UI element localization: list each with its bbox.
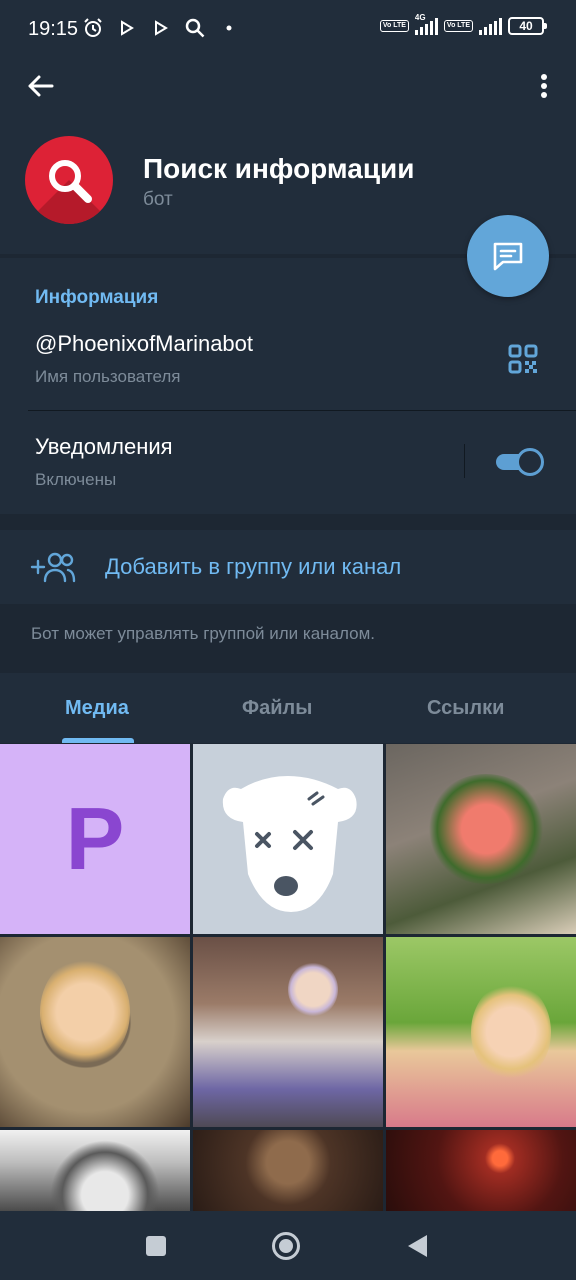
search-icon <box>184 17 206 39</box>
status-system-icons: Vo LTE 4G Vo LTE 40 <box>379 13 547 35</box>
back-button[interactable] <box>22 70 58 102</box>
qr-code-button[interactable] <box>508 344 538 374</box>
notifications-title[interactable]: Уведомления <box>35 434 173 460</box>
media-item[interactable] <box>193 1130 383 1211</box>
add-to-group-button[interactable]: Добавить в группу или канал <box>0 530 576 604</box>
recents-button[interactable] <box>141 1231 171 1261</box>
volte-badge: Vo LTE <box>379 20 409 32</box>
vk-dog-icon <box>222 776 357 912</box>
square-icon <box>146 1236 166 1256</box>
media-item[interactable] <box>0 1130 190 1211</box>
media-item[interactable] <box>0 937 190 1127</box>
media-item[interactable] <box>193 744 383 934</box>
signal-icon: 4G <box>414 13 438 35</box>
notifications-toggle[interactable] <box>496 448 544 476</box>
media-tabs: Медиа Файлы Ссылки <box>0 673 576 743</box>
media-item[interactable] <box>193 937 383 1127</box>
add-to-group-hint: Бот может управлять группой или каналом. <box>31 624 375 643</box>
avatar[interactable] <box>25 136 113 224</box>
status-time: 19:15 <box>28 18 79 40</box>
more-options-button[interactable] <box>534 70 554 102</box>
add-user-group-icon <box>30 552 76 583</box>
status-notification-icons <box>82 17 240 39</box>
tab-media[interactable]: Медиа <box>65 697 129 720</box>
dot-icon <box>218 17 240 39</box>
info-section: Информация @PhoenixofMarinabot Имя польз… <box>0 258 576 514</box>
media-item[interactable] <box>386 744 576 934</box>
triangle-back-icon <box>408 1235 427 1257</box>
page-subtitle: бот <box>143 189 173 210</box>
tab-links[interactable]: Ссылки <box>427 697 504 720</box>
media-item[interactable] <box>386 937 576 1127</box>
divider <box>28 410 576 411</box>
play-store-icon <box>116 17 138 39</box>
status-bar: 19:15 Vo LTE 4G Vo LTE 40 <box>0 0 576 58</box>
info-section-title: Информация <box>35 287 159 308</box>
media-grid: P <box>0 744 576 1211</box>
search-icon <box>49 160 92 203</box>
system-navigation-bar <box>0 1211 576 1280</box>
username-value[interactable]: @PhoenixofMarinabot <box>35 331 253 357</box>
send-message-button[interactable] <box>467 215 549 297</box>
tab-files[interactable]: Файлы <box>242 697 312 720</box>
divider <box>464 444 465 478</box>
message-icon <box>493 242 523 271</box>
media-item[interactable] <box>386 1130 576 1211</box>
battery-icon: 40 <box>508 17 547 35</box>
home-button[interactable] <box>271 1231 301 1261</box>
nav-back-button[interactable] <box>402 1231 432 1261</box>
add-to-group-label: Добавить в группу или канал <box>105 554 402 579</box>
signal-icon <box>479 17 502 35</box>
notifications-state: Включены <box>35 470 117 489</box>
media-item-letter: P <box>65 789 125 888</box>
circle-icon <box>272 1232 300 1260</box>
media-item[interactable]: P <box>0 744 190 934</box>
alarm-icon <box>82 17 104 39</box>
arrow-back-icon <box>28 75 54 97</box>
play-store-icon <box>150 17 172 39</box>
network-type: 4G <box>414 13 426 22</box>
tab-indicator <box>62 738 134 743</box>
page-title: Поиск информации <box>143 153 415 184</box>
volte-badge: Vo LTE <box>443 20 473 32</box>
username-label: Имя пользователя <box>35 367 181 386</box>
qr-code-icon <box>508 344 538 374</box>
more-vert-icon <box>541 74 547 98</box>
